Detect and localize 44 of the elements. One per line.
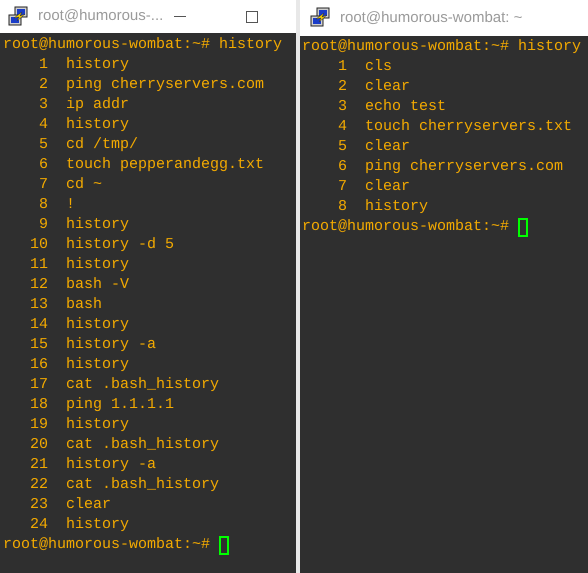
history-entry: 3 ip addr bbox=[38, 95, 130, 115]
command-line: root@humorous-wombat:~# history bbox=[302, 37, 582, 57]
history-entry: 17 cat .bash_history bbox=[29, 375, 220, 395]
history-entry: 1 cls bbox=[337, 57, 392, 77]
history-entry: 8 history bbox=[337, 197, 428, 217]
history-entry: 6 ping cherryservers.com bbox=[337, 157, 564, 177]
shell-prompt: root@humorous-wombat:~# bbox=[302, 217, 510, 237]
terminal-app-icon bbox=[8, 6, 30, 28]
shell-prompt: root@humorous-wombat:~# bbox=[3, 535, 210, 555]
history-entry: 22 cat .bash_history bbox=[29, 475, 220, 495]
history-entry: 13 bash bbox=[29, 295, 102, 315]
history-entry: 5 clear bbox=[337, 137, 410, 157]
history-entry: 7 cd ~ bbox=[38, 175, 102, 195]
window-title: root@humorous-wombat: ~ bbox=[340, 8, 522, 28]
history-entry: 7 clear bbox=[337, 177, 410, 197]
history-entry: 16 history bbox=[29, 355, 130, 375]
history-entry: 4 history bbox=[38, 115, 130, 135]
maximize-icon[interactable] bbox=[246, 10, 258, 22]
history-entry: 10 history -d 5 bbox=[29, 235, 174, 255]
history-entry: 1 history bbox=[38, 55, 130, 75]
history-entry: 20 cat .bash_history bbox=[29, 435, 220, 455]
history-entry: 3 echo test bbox=[337, 97, 446, 117]
history-entry: 5 cd /tmp/ bbox=[38, 135, 138, 155]
history-entry: 9 history bbox=[38, 215, 130, 235]
minimize-icon[interactable] bbox=[174, 16, 186, 18]
history-entry: 23 clear bbox=[29, 495, 112, 515]
history-entry: 15 history -a bbox=[29, 335, 156, 355]
history-entry: 11 history bbox=[29, 255, 130, 275]
history-entry: 12 bash -V bbox=[29, 275, 130, 295]
window-title: root@humorous-... bbox=[38, 6, 164, 26]
command-line: root@humorous-wombat:~# history bbox=[3, 35, 282, 55]
history-entry: 6 touch pepperandegg.txt bbox=[38, 155, 264, 175]
history-entry: 8 ! bbox=[38, 195, 76, 215]
cursor-icon bbox=[219, 536, 230, 554]
cursor-icon bbox=[518, 218, 528, 236]
terminal-app-icon bbox=[310, 7, 332, 29]
history-entry: 21 history -a bbox=[29, 455, 156, 475]
history-entry: 24 history bbox=[29, 515, 130, 535]
history-entry: 2 clear bbox=[337, 77, 410, 97]
history-entry: 2 ping cherryservers.com bbox=[38, 75, 264, 95]
history-entry: 14 history bbox=[29, 315, 130, 335]
history-entry: 4 touch cherryservers.txt bbox=[337, 117, 572, 137]
history-entry: 18 ping 1.1.1.1 bbox=[29, 395, 174, 415]
history-entry: 19 history bbox=[29, 415, 130, 435]
